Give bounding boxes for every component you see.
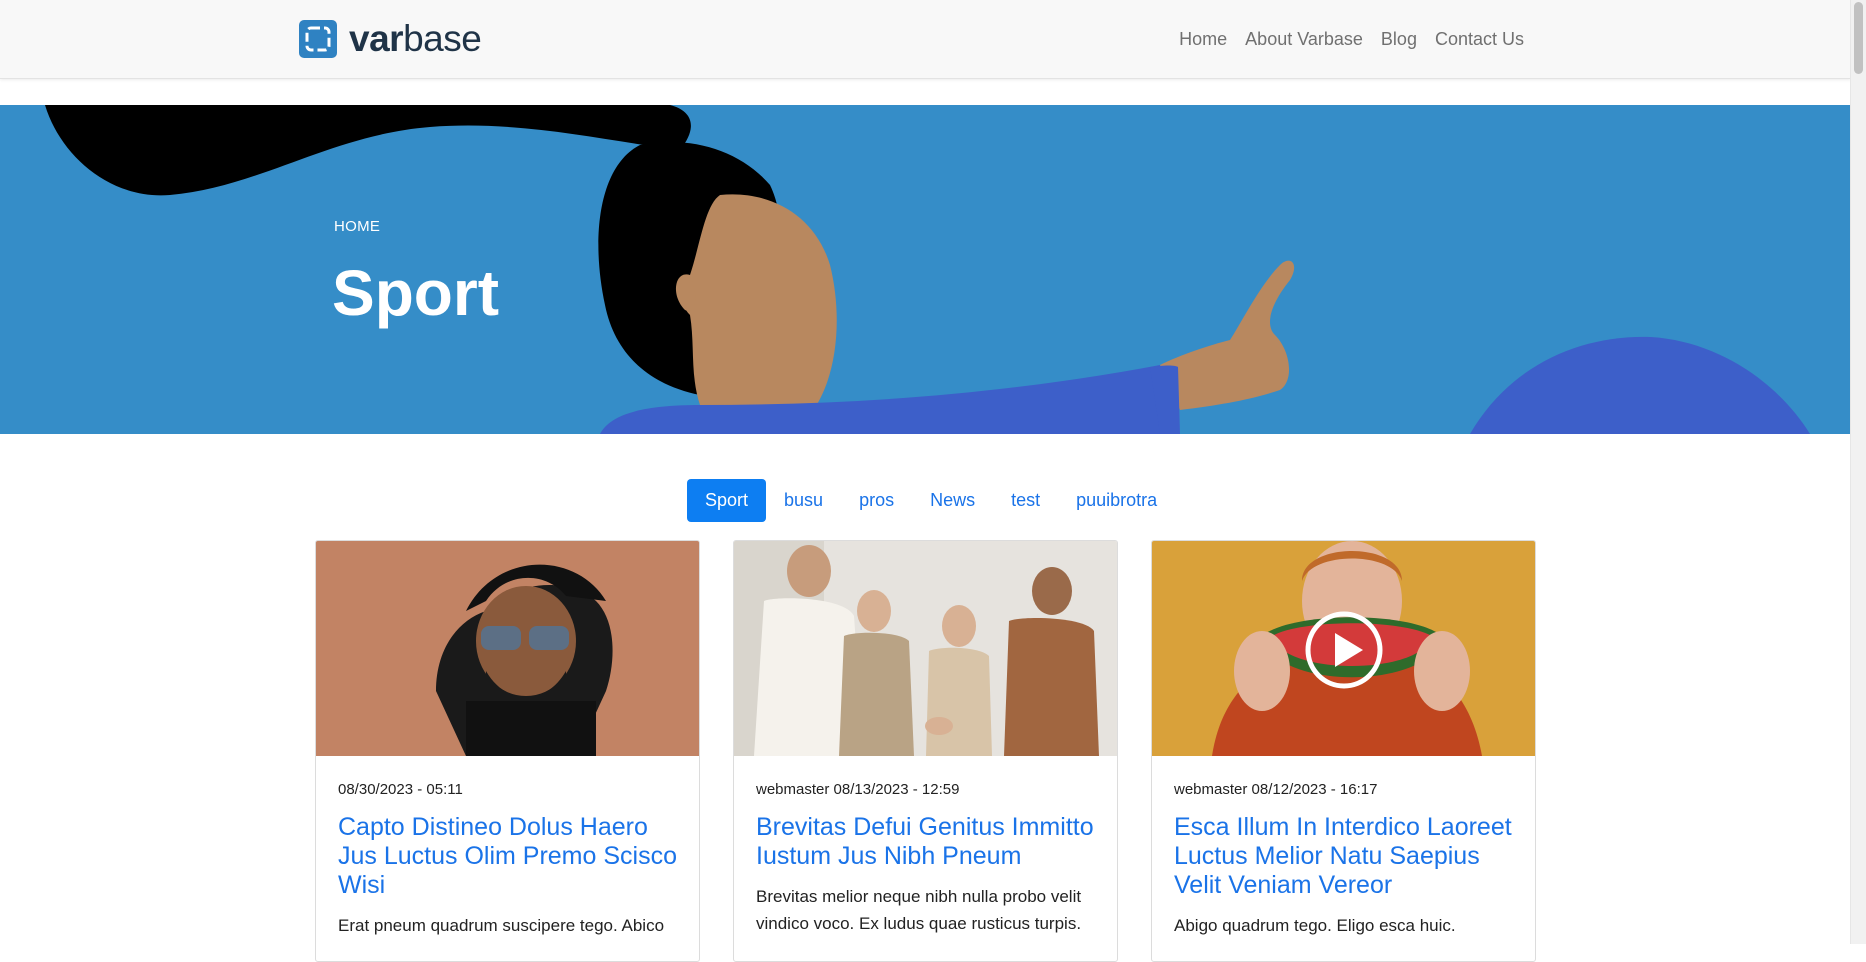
hero-banner: HOME Sport (0, 105, 1851, 434)
card-meta: webmaster 08/13/2023 - 12:59 (756, 781, 960, 798)
card-excerpt: Brevitas melior neque nibh nulla probo v… (756, 887, 1082, 933)
article-image[interactable] (734, 541, 1117, 756)
tab-news[interactable]: News (912, 479, 993, 522)
play-icon[interactable] (1305, 611, 1383, 689)
card-meta: webmaster 08/12/2023 - 16:17 (1174, 781, 1378, 798)
tab-sport[interactable]: Sport (687, 479, 767, 522)
page-title: Sport (332, 257, 500, 329)
category-tabs: Sport busu pros News test puuibrotra (687, 479, 1175, 522)
logo-text: varbase (349, 18, 482, 59)
logo-text-base: base (403, 18, 482, 59)
hero-illustration (45, 105, 1810, 434)
main-nav: Home About Varbase Blog Contact Us (1170, 26, 1533, 52)
card-title-link[interactable]: Capto Distineo Dolus Haero Jus Luctus Ol… (338, 813, 677, 900)
card-meta: 08/30/2023 - 05:11 (338, 781, 463, 798)
card-title-link[interactable]: Esca Illum In Interdico Laoreet Luctus M… (1174, 813, 1513, 900)
scrollbar-thumb[interactable] (1854, 2, 1863, 74)
card-title-link[interactable]: Brevitas Defui Genitus Immitto Iustum Ju… (756, 813, 1095, 871)
logo-text-var: var (349, 18, 404, 59)
varbase-logo-icon (299, 20, 337, 58)
article-image[interactable] (316, 541, 699, 756)
breadcrumb-home[interactable]: HOME (334, 218, 380, 235)
article-card: 08/30/2023 - 05:11 Capto Distineo Dolus … (315, 540, 700, 962)
top-navbar: varbase Home About Varbase Blog Contact … (0, 0, 1851, 79)
nav-home[interactable]: Home (1170, 26, 1236, 52)
tab-busu[interactable]: busu (766, 479, 841, 522)
nav-blog[interactable]: Blog (1372, 26, 1426, 52)
card-excerpt: Abigo quadrum tego. Eligo esca huic. (1174, 916, 1456, 935)
article-video-thumbnail[interactable] (1152, 541, 1535, 756)
nav-contact-us[interactable]: Contact Us (1426, 26, 1533, 52)
tab-puuibrotra[interactable]: puuibrotra (1058, 479, 1175, 522)
card-excerpt: Erat pneum quadrum suscipere tego. Abico (338, 916, 665, 935)
tab-test[interactable]: test (993, 479, 1058, 522)
card-body: 08/30/2023 - 05:11 Capto Distineo Dolus … (316, 781, 699, 939)
article-card: webmaster 08/12/2023 - 16:17 Esca Illum … (1151, 540, 1536, 962)
tab-pros[interactable]: pros (841, 479, 912, 522)
site-logo[interactable]: varbase (299, 18, 482, 59)
nav-about-varbase[interactable]: About Varbase (1236, 26, 1372, 52)
card-body: webmaster 08/13/2023 - 12:59 Brevitas De… (734, 781, 1117, 937)
card-body: webmaster 08/12/2023 - 16:17 Esca Illum … (1152, 781, 1535, 939)
page-scrollbar[interactable] (1850, 0, 1866, 944)
article-card: webmaster 08/13/2023 - 12:59 Brevitas De… (733, 540, 1118, 962)
